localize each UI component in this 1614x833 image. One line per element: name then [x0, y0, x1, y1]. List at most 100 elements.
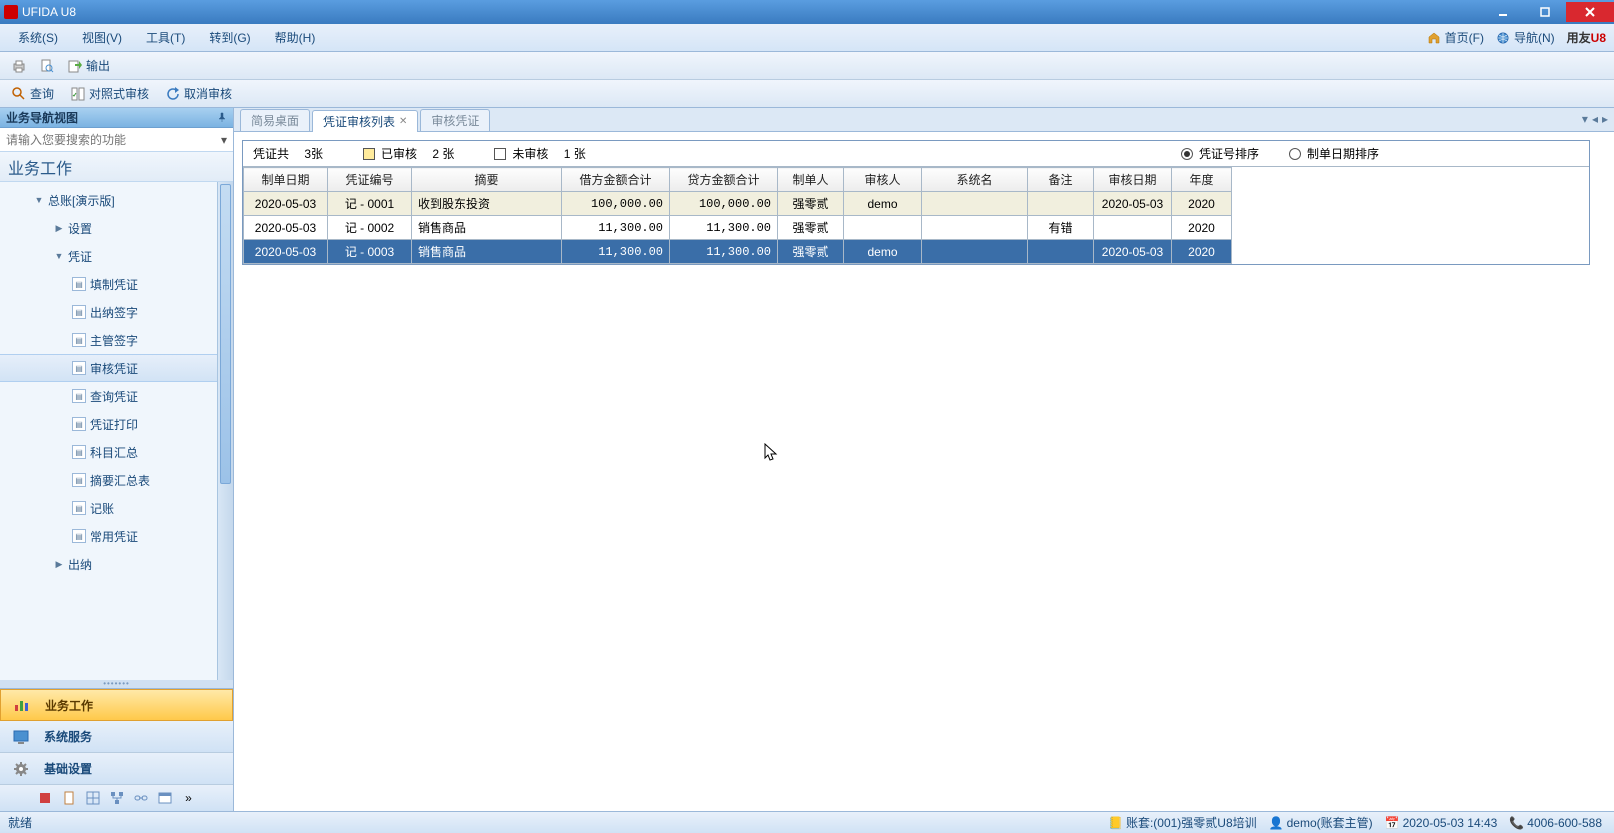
voucher-table: 制单日期 凭证编号 摘要 借方金额合计 贷方金额合计 制单人 审核人 系统名 备…: [243, 167, 1232, 264]
sidebar-section-title: 业务工作: [0, 152, 233, 182]
radio-on-icon: [1181, 148, 1193, 160]
table-header-row: 制单日期 凭证编号 摘要 借方金额合计 贷方金额合计 制单人 审核人 系统名 备…: [244, 168, 1232, 192]
search-input[interactable]: [0, 133, 215, 147]
user-icon: 👤: [1269, 816, 1284, 830]
navbtn-basicset[interactable]: 基础设置: [0, 753, 233, 785]
menu-view[interactable]: 视图(V): [72, 25, 132, 50]
app-icon: [4, 5, 18, 19]
col-maker[interactable]: 制单人: [778, 168, 844, 192]
tab-audit-voucher[interactable]: 审核凭证: [420, 109, 490, 131]
col-debit[interactable]: 借方金额合计: [562, 168, 670, 192]
globe-icon: [1496, 31, 1510, 45]
tb-preview-icon[interactable]: [36, 56, 58, 76]
tab-dropdown-icon[interactable]: ▾: [1582, 112, 1588, 126]
col-year[interactable]: 年度: [1172, 168, 1232, 192]
brand-text-1: 用友: [1567, 31, 1591, 45]
tree-leaf[interactable]: ▤出纳签字: [0, 298, 233, 326]
tb-export[interactable]: 输出: [64, 55, 113, 76]
chevron-right-icon: ▶: [54, 223, 64, 234]
table-row[interactable]: 2020-05-03记 - 0003销售商品11,300.0011,300.00…: [244, 240, 1232, 264]
tree-voucher[interactable]: ▼凭证: [0, 242, 233, 270]
chevron-down-icon: ▼: [34, 195, 44, 205]
navbtn-sysservice[interactable]: 系统服务: [0, 721, 233, 753]
expand-icon[interactable]: »: [181, 790, 197, 806]
link-icon[interactable]: [133, 790, 149, 806]
tree-leaf[interactable]: ▤记账: [0, 494, 233, 522]
tree-settings[interactable]: ▶设置: [0, 214, 233, 242]
col-summary[interactable]: 摘要: [412, 168, 562, 192]
tb-compare-audit[interactable]: 对照式审核: [67, 83, 152, 104]
tree-leaf-audit[interactable]: ▤审核凭证: [0, 354, 233, 382]
tree-scrollbar[interactable]: [217, 182, 233, 680]
radio-off-icon: [1289, 148, 1301, 160]
tree-leaf[interactable]: ▤主管签字: [0, 326, 233, 354]
radio-sort-date[interactable]: 制单日期排序: [1289, 145, 1379, 162]
tab-prev-icon[interactable]: ◂: [1592, 112, 1598, 126]
toolbar-2: 查询 对照式审核 取消审核: [0, 80, 1614, 108]
nav-label: 导航(N): [1514, 29, 1555, 46]
titlebar: UFIDA U8: [0, 0, 1614, 24]
maximize-button[interactable]: [1524, 2, 1566, 22]
grid-icon[interactable]: [85, 790, 101, 806]
link-nav[interactable]: 导航(N): [1496, 29, 1555, 46]
splitter-handle[interactable]: •••••••: [0, 680, 233, 688]
content-area: 简易桌面 凭证审核列表✕ 审核凭证 ▾ ◂ ▸ 凭证共 3张 已审核 2 张 未…: [234, 108, 1614, 811]
book-icon: 📒: [1108, 816, 1123, 830]
tb-query[interactable]: 查询: [8, 83, 57, 104]
menu-system[interactable]: 系统(S): [8, 25, 68, 50]
document-icon: ▤: [72, 473, 86, 487]
scrollbar-thumb[interactable]: [220, 184, 231, 484]
query-label: 查询: [30, 85, 54, 102]
calendar-icon: 📅: [1385, 816, 1400, 830]
navbtn-business[interactable]: 业务工作: [0, 689, 233, 721]
search-dropdown-icon[interactable]: ▾: [215, 133, 233, 147]
table-row[interactable]: 2020-05-03记 - 0001收到股东投资100,000.00100,00…: [244, 192, 1232, 216]
menu-goto[interactable]: 转到(G): [199, 25, 260, 50]
home-icon: [1427, 31, 1441, 45]
cancel-label: 取消审核: [184, 85, 232, 102]
doc-icon[interactable]: [61, 790, 77, 806]
filter-audited: 已审核 2 张: [363, 145, 454, 162]
window-icon[interactable]: [157, 790, 173, 806]
tab-close-icon[interactable]: ✕: [399, 116, 407, 127]
tree-leaf[interactable]: ▤凭证打印: [0, 410, 233, 438]
tab-next-icon[interactable]: ▸: [1602, 112, 1608, 126]
monitor-icon: [10, 727, 34, 747]
close-button[interactable]: [1566, 2, 1614, 22]
col-auditor[interactable]: 审核人: [844, 168, 922, 192]
tree-leaf[interactable]: ▤常用凭证: [0, 522, 233, 550]
tree-root[interactable]: ▼总账[演示版]: [0, 186, 233, 214]
tree-icon[interactable]: [109, 790, 125, 806]
col-credit[interactable]: 贷方金额合计: [670, 168, 778, 192]
tree-leaf[interactable]: ▤摘要汇总表: [0, 466, 233, 494]
col-date[interactable]: 制单日期: [244, 168, 328, 192]
tree-cashier[interactable]: ▶出纳: [0, 550, 233, 578]
status-phone: 📞4006-600-588: [1505, 816, 1606, 830]
col-no[interactable]: 凭证编号: [328, 168, 412, 192]
sidebar-title: 业务导航视图: [6, 109, 78, 126]
col-note[interactable]: 备注: [1028, 168, 1094, 192]
tab-voucher-audit-list[interactable]: 凭证审核列表✕: [312, 110, 418, 132]
radio-sort-number[interactable]: 凭证号排序: [1181, 145, 1259, 162]
tb-print-icon[interactable]: [8, 56, 30, 76]
stop-icon[interactable]: [37, 790, 53, 806]
col-audit-date[interactable]: 审核日期: [1094, 168, 1172, 192]
sidebar-iconrow: »: [0, 785, 233, 811]
tree-leaf[interactable]: ▤查询凭证: [0, 382, 233, 410]
nav-tree: ▼总账[演示版] ▶设置 ▼凭证 ▤填制凭证 ▤出纳签字 ▤主管签字 ▤审核凭证…: [0, 182, 233, 680]
document-icon: ▤: [72, 305, 86, 319]
tree-leaf[interactable]: ▤科目汇总: [0, 438, 233, 466]
table-row[interactable]: 2020-05-03记 - 0002销售商品11,300.0011,300.00…: [244, 216, 1232, 240]
menu-tools[interactable]: 工具(T): [136, 25, 195, 50]
menu-help[interactable]: 帮助(H): [265, 25, 326, 50]
filter-total: 凭证共 3张: [253, 145, 323, 162]
phone-icon: 📞: [1509, 816, 1524, 830]
tree-leaf[interactable]: ▤填制凭证: [0, 270, 233, 298]
pin-icon[interactable]: [217, 111, 227, 125]
tab-simple-desktop[interactable]: 简易桌面: [240, 109, 310, 131]
tb-cancel-audit[interactable]: 取消审核: [162, 83, 235, 104]
minimize-button[interactable]: [1482, 2, 1524, 22]
toolbar-1: 输出: [0, 52, 1614, 80]
col-system[interactable]: 系统名: [922, 168, 1028, 192]
link-home[interactable]: 首页(F): [1427, 29, 1484, 46]
